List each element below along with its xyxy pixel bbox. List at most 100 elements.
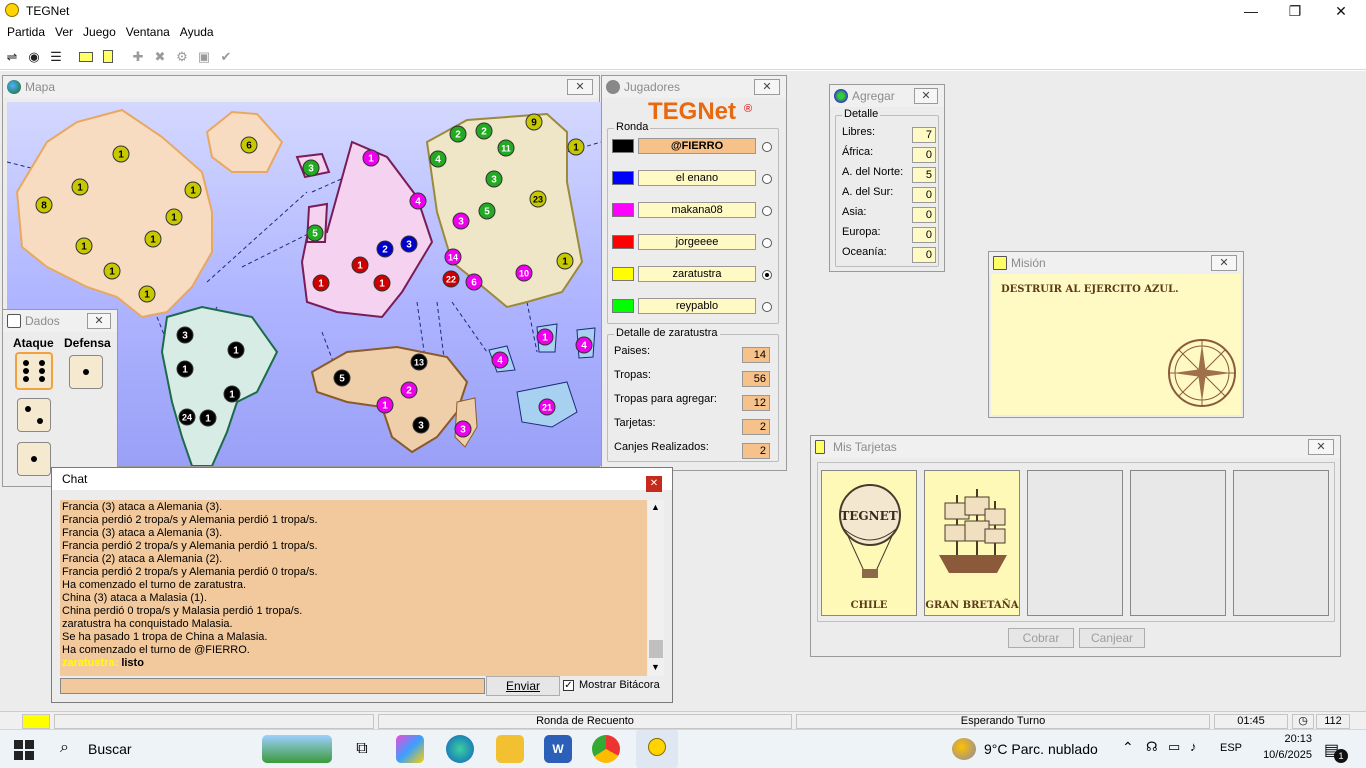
add-icon <box>834 89 848 103</box>
add-detail-value: 0 <box>912 247 936 263</box>
maximize-button[interactable]: ❐ <box>1280 2 1310 20</box>
scroll-thumb[interactable] <box>649 640 663 658</box>
detail-label: Paises: <box>614 345 651 357</box>
minimize-button[interactable]: — <box>1236 2 1266 20</box>
turn-color-indicator <box>22 714 50 729</box>
volume-icon[interactable]: ♪ <box>1190 739 1197 754</box>
army-count: 1 <box>81 242 87 253</box>
army-count: 3 <box>406 240 412 251</box>
menu-juego[interactable]: Juego <box>78 22 121 43</box>
balloon-icon <box>839 484 901 578</box>
show-log-checkbox[interactable]: ✓ <box>563 680 574 691</box>
dice-close-button[interactable]: ✕ <box>87 313 111 329</box>
list-icon[interactable]: ☰ <box>46 47 66 67</box>
weather-icon[interactable] <box>952 738 976 760</box>
chrome-icon[interactable] <box>592 735 620 763</box>
army-count: 11 <box>501 144 511 154</box>
player-radio[interactable] <box>762 270 772 280</box>
close-button[interactable]: ✕ <box>1326 2 1356 20</box>
chat-line: zaratustra ha conquistado Malasia. <box>62 618 233 630</box>
search-icon[interactable]: ⌕ <box>60 739 69 757</box>
round-legend: Ronda <box>614 121 651 133</box>
chat-line: China perdió 0 tropa/s y Malasia perdió … <box>62 605 303 617</box>
army-count: 3 <box>458 217 464 228</box>
chevron-up-icon[interactable]: ⌃ <box>1122 739 1134 756</box>
task-view-icon[interactable]: ⧉ <box>348 735 376 763</box>
tegnet-taskbar-button[interactable] <box>636 730 678 768</box>
edge-icon[interactable] <box>446 735 474 763</box>
copilot-icon[interactable] <box>396 735 424 763</box>
add-detail-label: Europa: <box>842 226 881 238</box>
menu-ventana[interactable]: Ventana <box>121 22 175 43</box>
detail-value: 56 <box>742 371 770 387</box>
get-card-icon[interactable]: ▣ <box>194 47 214 67</box>
cards-icon[interactable] <box>98 47 118 67</box>
clock-time[interactable]: 20:13 <box>1264 733 1312 745</box>
add-window: Agregar ✕ Detalle Libres: 7 África: 0 A. del… <box>829 84 945 272</box>
clock-date[interactable]: 10/6/2025 <box>1250 749 1312 761</box>
player-color-swatch <box>612 203 634 217</box>
chat-log[interactable]: Francia (3) ataca a Alemania (3). Francia… <box>60 500 647 676</box>
player-radio[interactable] <box>762 206 772 216</box>
add-armies-icon[interactable]: ✚ <box>128 47 148 67</box>
attack-die-1 <box>15 352 53 390</box>
menu-ayuda[interactable]: Ayuda <box>175 22 219 43</box>
card-slot-empty <box>1233 470 1329 616</box>
add-close-button[interactable]: ✕ <box>914 88 938 104</box>
player-radio[interactable] <box>762 302 772 312</box>
start-icon[interactable] <box>14 740 34 760</box>
send-button[interactable]: Enviar <box>486 676 560 696</box>
army-count: 13 <box>414 358 424 368</box>
end-turn-icon[interactable]: ✔ <box>216 47 236 67</box>
detail-value: 2 <box>742 419 770 435</box>
card-gran-bretana[interactable]: GRAN BRETAÑA <box>924 470 1020 616</box>
taskbar-search[interactable]: Buscar <box>88 741 132 757</box>
player-radio[interactable] <box>762 238 772 248</box>
registered-mark: ® <box>744 103 753 115</box>
player-color-swatch <box>612 267 634 281</box>
card-chile[interactable]: TEGNET CHILE <box>821 470 917 616</box>
mission-icon[interactable] <box>76 47 96 67</box>
army-count: 1 <box>357 261 363 272</box>
add-detail-label: Asia: <box>842 206 867 218</box>
cobrar-button[interactable]: Cobrar <box>1008 628 1074 648</box>
show-log-label: Mostrar Bitácora <box>579 679 660 691</box>
north-america <box>15 108 213 319</box>
connect-icon[interactable]: ⇌ <box>2 47 22 67</box>
menu-ver[interactable]: Ver <box>50 22 78 43</box>
players-close-button[interactable]: ✕ <box>754 79 780 95</box>
widgets-image[interactable] <box>262 735 332 763</box>
timer: 01:45 <box>1214 714 1288 729</box>
chat-input[interactable] <box>60 678 485 694</box>
attack-icon[interactable]: ✖ <box>150 47 170 67</box>
map-close-button[interactable]: ✕ <box>567 79 593 95</box>
chat-close-button[interactable]: ✕ <box>646 476 662 492</box>
scroll-down-icon[interactable]: ▼ <box>651 662 660 672</box>
chat-line: Francia (2) ataca a Alemania (2). <box>62 553 223 565</box>
headset-icon[interactable]: ☊ <box>1146 739 1158 755</box>
menu-partida[interactable]: Partida <box>2 22 50 43</box>
detail-value: 2 <box>742 443 770 459</box>
map-window-title: Mapa <box>3 76 599 98</box>
language-indicator[interactable]: ESP <box>1220 742 1242 754</box>
cards-close-button[interactable]: ✕ <box>1308 439 1334 455</box>
player-detail-legend: Detalle de zaratustra <box>614 327 720 339</box>
network-icon[interactable]: ▭ <box>1168 739 1180 755</box>
army-count: 1 <box>229 390 235 401</box>
mission-close-button[interactable]: ✕ <box>1211 255 1237 271</box>
file-explorer-icon[interactable] <box>496 735 524 763</box>
weather-text[interactable]: 9°C Parc. nublado <box>984 741 1098 757</box>
globe-icon <box>7 80 21 94</box>
word-icon[interactable]: W <box>544 735 572 763</box>
player-color-swatch <box>612 139 634 153</box>
globe-icon[interactable]: ◉ <box>24 47 44 67</box>
chat-window-title: Chat <box>52 468 672 490</box>
player-radio[interactable] <box>762 174 772 184</box>
player-radio[interactable] <box>762 142 772 152</box>
canjear-button[interactable]: Canjear <box>1079 628 1145 648</box>
chat-scrollbar[interactable]: ▲ ▼ <box>648 500 664 676</box>
army-count: 23 <box>533 195 543 205</box>
regroup-icon[interactable]: ⚙ <box>172 47 192 67</box>
scroll-up-icon[interactable]: ▲ <box>651 502 660 512</box>
chat-last-line: zaratustra: listo <box>62 657 645 670</box>
